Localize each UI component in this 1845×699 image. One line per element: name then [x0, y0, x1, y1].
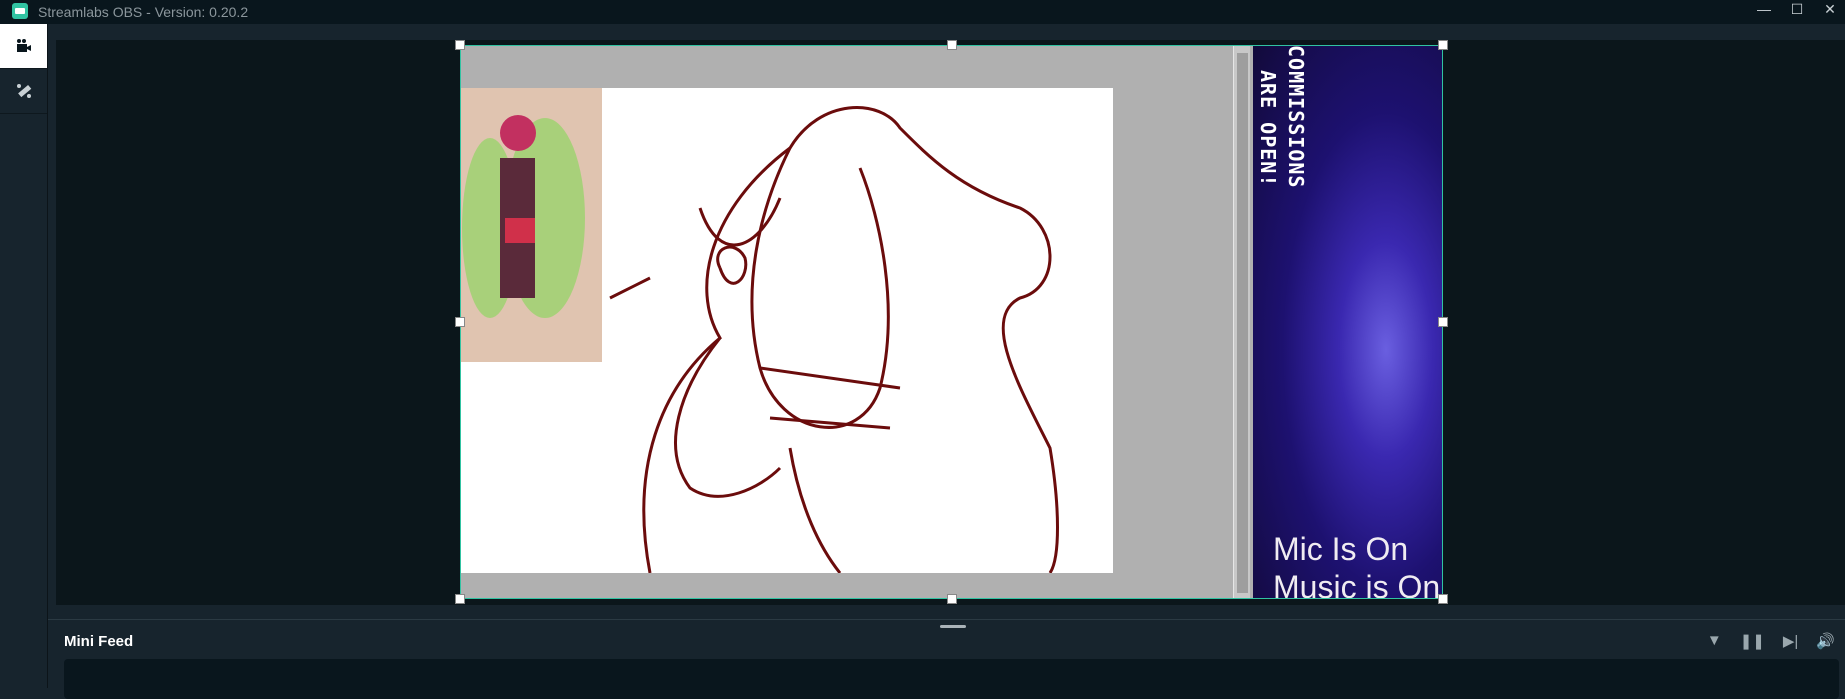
resize-handle[interactable]: [455, 594, 465, 604]
themes-icon: [16, 84, 31, 98]
resize-handle[interactable]: [947, 40, 957, 50]
sidebar: [0, 24, 48, 688]
minimize-button[interactable]: —: [1752, 0, 1776, 20]
volume-icon[interactable]: 🔊: [1816, 632, 1835, 650]
resize-handle[interactable]: [1438, 317, 1448, 327]
app-logo-icon: [12, 3, 28, 19]
maximize-button[interactable]: ☐: [1785, 0, 1809, 20]
resize-handle[interactable]: [947, 594, 957, 604]
resize-handle[interactable]: [455, 40, 465, 50]
panel-divider: [48, 619, 1845, 620]
mini-feed-title: Mini Feed: [64, 633, 134, 650]
video-camera-icon: [16, 39, 31, 52]
sidebar-item-themes[interactable]: [0, 69, 47, 114]
skip-icon[interactable]: ▶|: [1783, 632, 1798, 650]
source-selection-box[interactable]: [455, 40, 1448, 604]
sidebar-item-studio[interactable]: [0, 24, 47, 69]
filter-icon[interactable]: ▼: [1707, 632, 1722, 650]
resize-grip[interactable]: [940, 625, 966, 628]
pause-icon[interactable]: ❚❚: [1740, 632, 1765, 650]
title-bar: Streamlabs OBS - Version: 0.20.2 — ☐ ✕: [0, 0, 1845, 24]
window-title: Streamlabs OBS - Version: 0.20.2: [38, 4, 249, 20]
mini-feed-list: [64, 659, 1839, 699]
close-button[interactable]: ✕: [1818, 0, 1842, 20]
resize-handle[interactable]: [1438, 40, 1448, 50]
resize-handle[interactable]: [455, 317, 465, 327]
resize-handle[interactable]: [1438, 594, 1448, 604]
